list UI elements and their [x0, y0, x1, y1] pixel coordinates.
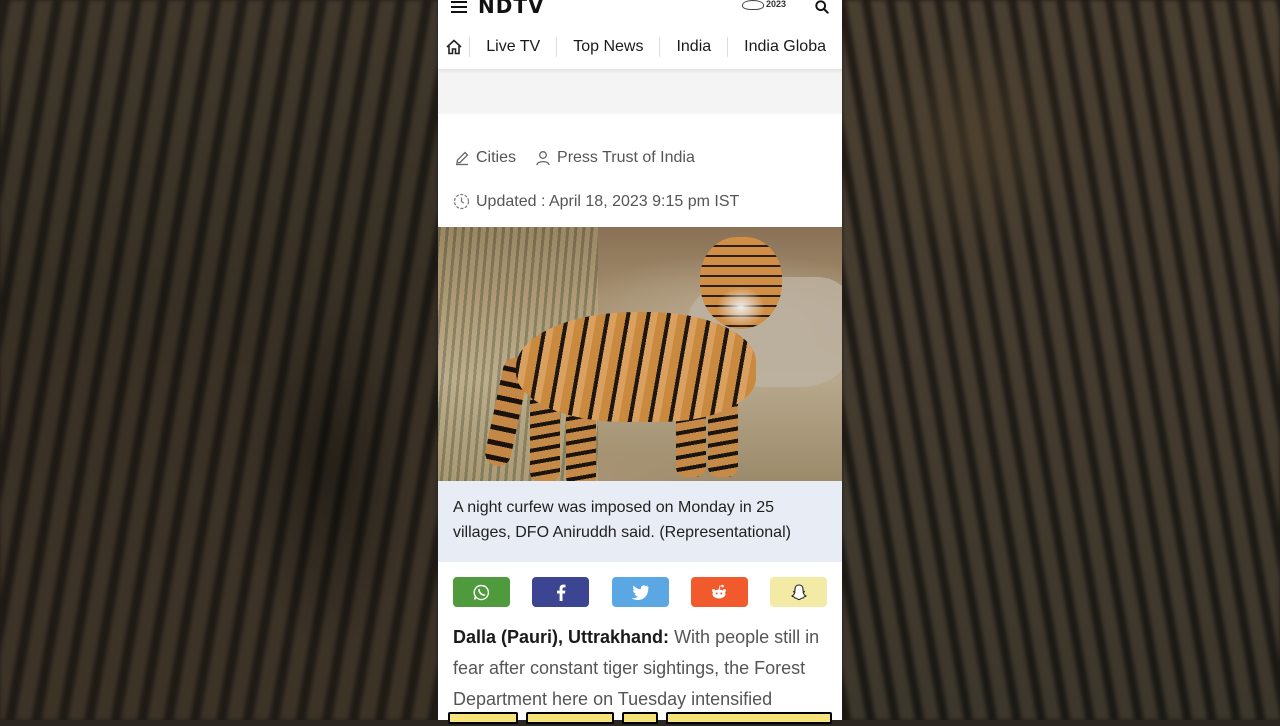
home-icon: [446, 38, 462, 54]
nav-item-india[interactable]: India: [659, 36, 727, 57]
facebook-icon: [556, 584, 566, 601]
reddit-icon: [712, 584, 727, 599]
nav-item-top-news[interactable]: Top News: [556, 36, 659, 57]
snapchat-icon: [790, 583, 807, 600]
updated-row: Updated : April 18, 2023 9:15 pm IST: [453, 190, 827, 214]
nav-item-india-global[interactable]: India Globa: [727, 36, 842, 57]
twitter-icon: [631, 584, 649, 600]
facebook-share-button[interactable]: [532, 577, 590, 607]
nav-item-live-tv[interactable]: Live TV: [469, 36, 556, 57]
article-meta: Cities Press Trust of India Updated : Ap…: [438, 146, 842, 214]
dateline: Dalla (Pauri), Uttrakhand:: [453, 627, 670, 647]
hamburger-menu-icon[interactable]: [451, 1, 467, 13]
whatsapp-share-button[interactable]: [453, 577, 510, 607]
article-photo-tiger[interactable]: [438, 227, 842, 481]
category-link[interactable]: Cities: [476, 149, 516, 167]
search-icon[interactable]: [815, 0, 829, 14]
author-link[interactable]: Press Trust of India: [557, 149, 695, 167]
category-nav: Live TV Top News India India Globa: [438, 24, 842, 70]
meta-row: Cities Press Trust of India: [453, 146, 827, 170]
g20-logo-icon: [742, 0, 764, 10]
share-bar: [453, 577, 827, 607]
ndtv-logo[interactable]: NDTV: [478, 0, 544, 18]
updated-timestamp: Updated : April 18, 2023 9:15 pm IST: [476, 193, 740, 210]
g20-badge[interactable]: 2023: [742, 0, 794, 13]
pencil-icon: [453, 149, 471, 167]
snapchat-share-button[interactable]: [770, 577, 827, 607]
top-bar: NDTV 2023: [438, 0, 842, 24]
ad-slot: [438, 70, 842, 114]
reddit-share-button[interactable]: [690, 577, 748, 607]
article-body: Dalla (Pauri), Uttrakhand: With people s…: [453, 622, 833, 715]
person-icon: [534, 149, 552, 167]
mobile-article-view: NDTV 2023 Live TV Top News India India G…: [438, 0, 842, 720]
home-nav-button[interactable]: [438, 35, 469, 59]
clock-icon: [453, 193, 471, 211]
twitter-share-button[interactable]: [611, 577, 669, 607]
photo-caption: A night curfew was imposed on Monday in …: [438, 481, 842, 562]
video-title-overlay: [448, 712, 834, 726]
whatsapp-icon: [473, 584, 490, 600]
